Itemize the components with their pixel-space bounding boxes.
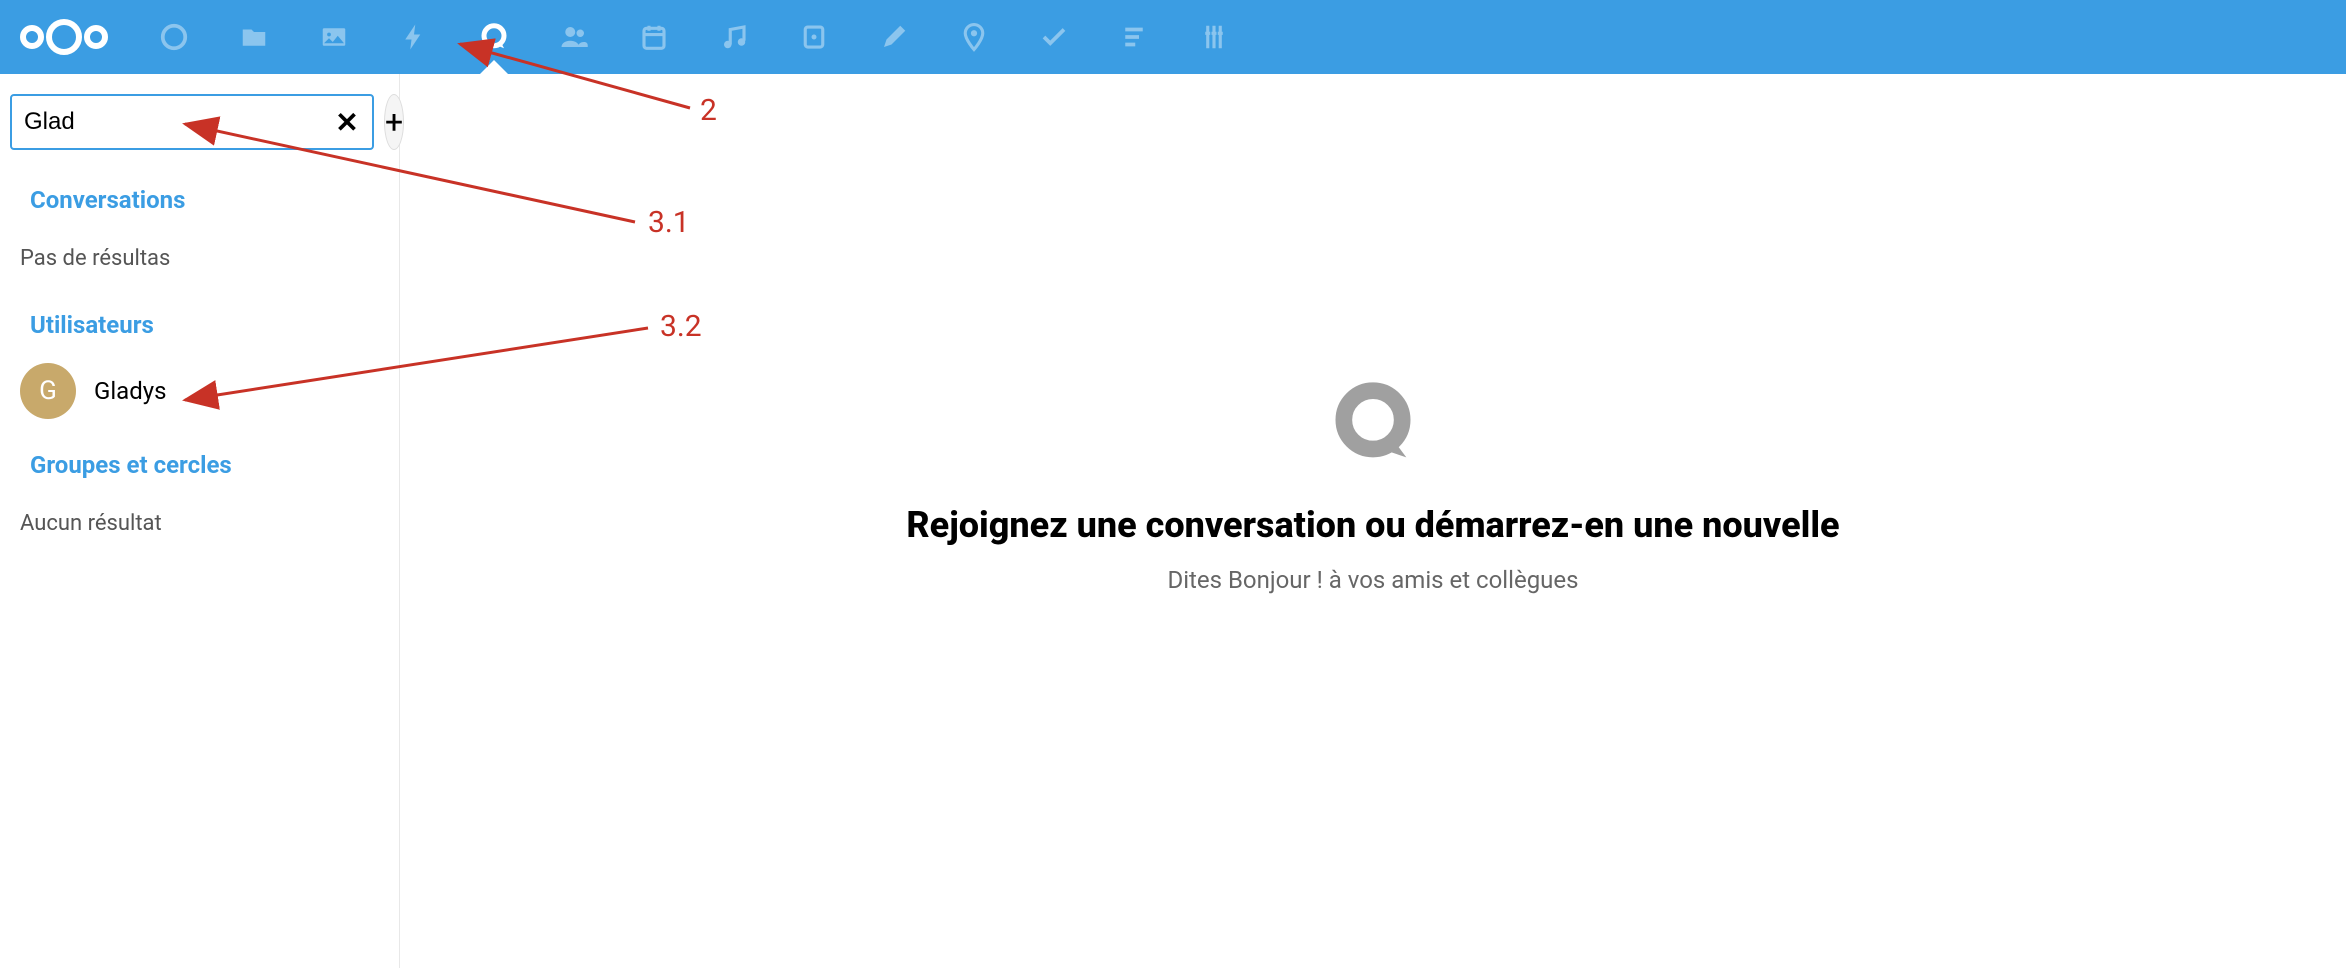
contacts-icon[interactable]: [558, 21, 590, 53]
empty-title: Rejoignez une conversation ou démarrez-e…: [906, 504, 1839, 546]
conversations-heading: Conversations: [0, 168, 399, 224]
clear-search-icon[interactable]: ✕: [334, 109, 360, 135]
talk-icon[interactable]: [478, 21, 510, 53]
search-box: ✕: [10, 94, 374, 150]
nextcloud-logo[interactable]: [18, 15, 110, 59]
forms-icon[interactable]: [1118, 21, 1150, 53]
user-result-item[interactable]: G Gladys: [0, 349, 399, 433]
photos-icon[interactable]: [318, 21, 350, 53]
top-navbar: [0, 0, 2346, 74]
maps-icon[interactable]: [958, 21, 990, 53]
talk-placeholder-icon: [1323, 374, 1423, 474]
avatar: G: [20, 363, 76, 419]
groups-empty: Aucun résultat: [0, 489, 399, 558]
groups-heading: Groupes et cercles: [0, 433, 399, 489]
users-heading: Utilisateurs: [0, 293, 399, 349]
files-icon[interactable]: [238, 21, 270, 53]
notes-icon[interactable]: [878, 21, 910, 53]
dashboard-icon[interactable]: [158, 21, 190, 53]
main-content: Rejoignez une conversation ou démarrez-e…: [400, 74, 2346, 968]
deck-icon[interactable]: [798, 21, 830, 53]
tasks-icon[interactable]: [1038, 21, 1070, 53]
calendar-icon[interactable]: [638, 21, 670, 53]
empty-subtitle: Dites Bonjour ! à vos amis et collègues: [1167, 566, 1578, 594]
music-icon[interactable]: [718, 21, 750, 53]
left-sidebar: ✕ + Conversations Pas de résultas Utilis…: [0, 74, 400, 968]
search-input[interactable]: [24, 108, 334, 136]
activity-icon[interactable]: [398, 21, 430, 53]
cookbook-icon[interactable]: [1198, 21, 1230, 53]
conversations-empty: Pas de résultas: [0, 224, 399, 293]
user-name-label: Gladys: [94, 377, 167, 405]
